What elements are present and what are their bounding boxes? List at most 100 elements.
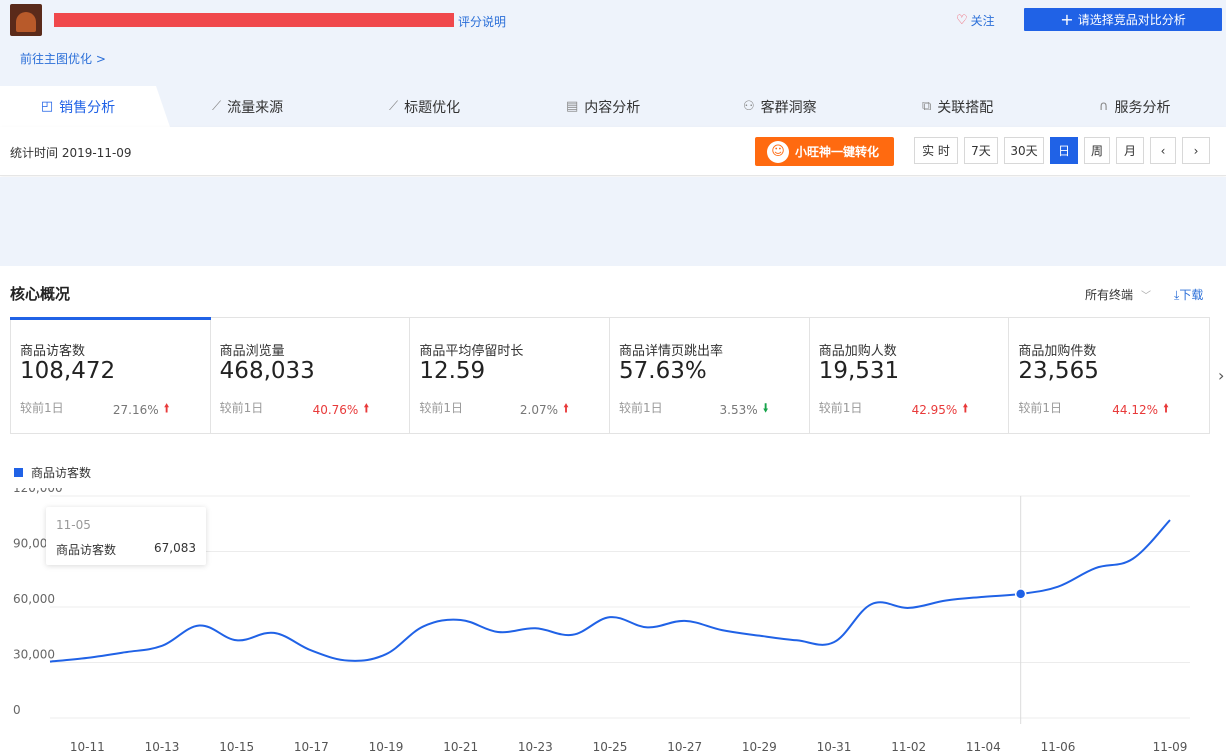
wangwang-convert-button[interactable]: ☺ 小旺神一键转化 — [755, 137, 894, 166]
metric-change: 44.12% 🠙 — [1112, 399, 1169, 420]
x-tick-label: 11-09 — [1153, 740, 1188, 754]
metric-value: 57.63% — [619, 358, 707, 384]
metric-compare-label: 较前1日 — [219, 401, 264, 415]
metric-label: 商品平均停留时长 — [419, 344, 524, 359]
metric-card-cart-items[interactable]: 商品加购件数 23,565 较前1日 44.12% 🠙 — [1009, 318, 1209, 433]
highlight-point — [1014, 588, 1027, 600]
tab-label: 关联搭配 — [937, 99, 994, 116]
legend-swatch — [14, 468, 23, 477]
score-help-link[interactable]: 评分说明 — [458, 13, 506, 30]
product-thumbnail[interactable] — [10, 4, 42, 36]
tab-audience[interactable]: ⚇ 客群洞察 — [743, 86, 817, 127]
metric-change-value: 2.07% — [519, 402, 558, 417]
tab-label: 服务分析 — [1114, 99, 1171, 116]
arrow-up-icon: 🠙 — [163, 401, 170, 415]
metric-change-value: 42.95% — [911, 402, 958, 417]
mascot-icon: ☺ — [767, 140, 789, 163]
stat-date: 统计时间 2019-11-09 — [10, 146, 132, 160]
chart-legend[interactable]: 商品访客数 — [14, 464, 91, 481]
plus-icon: + — [1060, 9, 1074, 29]
x-tick-label: 10-13 — [145, 740, 180, 754]
metric-change: 27.16% 🠙 — [113, 399, 170, 420]
tab-label: 标题优化 — [404, 99, 461, 116]
arrow-up-icon: 🠙 — [962, 401, 969, 415]
period-7d[interactable]: 7天 — [964, 137, 998, 164]
metric-value: 108,472 — [20, 358, 116, 384]
link-icon: ⧉ — [922, 99, 932, 114]
section-title: 核心概况 — [10, 285, 71, 303]
tooltip-date: 11-05 — [56, 518, 91, 532]
metric-change-value: 40.76% — [312, 402, 359, 417]
metric-change-value: 3.53% — [719, 402, 758, 417]
metric-card-visitors[interactable]: 商品访客数 108,472 较前1日 27.16% 🠙 — [10, 317, 211, 433]
core-overview-section: 核心概况 所有终端 ﹀ ⤓下载 商品访客数 108,472 较前1日 27.16… — [0, 266, 1226, 756]
period-realtime[interactable]: 实 时 — [914, 137, 958, 164]
bag-icon: ◰ — [40, 99, 54, 114]
metric-compare-label: 较前1日 — [419, 401, 463, 415]
tab-bundles[interactable]: ⧉ 关联搭配 — [922, 86, 993, 127]
x-tick-label: 10-11 — [70, 740, 105, 754]
metric-label: 商品访客数 — [20, 344, 86, 359]
terminal-label: 所有终端 — [1085, 288, 1134, 302]
metric-compare-label: 较前1日 — [818, 401, 863, 415]
x-tick-label: 10-19 — [369, 740, 404, 754]
metric-value: 23,565 — [1018, 358, 1099, 384]
terminal-dropdown[interactable]: 所有终端 ﹀ — [1085, 286, 1151, 303]
goto-main-image-link[interactable]: 前往主图优化 > — [20, 50, 106, 67]
line-chart-icon: ⟋ — [212, 99, 222, 114]
tab-label: 流量来源 — [227, 99, 284, 116]
follow-label: 关注 — [970, 14, 995, 28]
tooltip-value: 67,083 — [154, 541, 196, 555]
product-title-redacted — [54, 13, 454, 27]
arrow-up-icon: 🠙 — [563, 401, 570, 415]
metric-change: 3.53% 🠛 — [720, 399, 769, 420]
x-tick-label: 10-23 — [518, 740, 553, 754]
metric-label: 商品详情页跳出率 — [619, 344, 724, 359]
tab-title-optimize[interactable]: ⟋ 标题优化 — [389, 86, 460, 127]
compare-competitor-button[interactable]: + 请选择竞品对比分析 — [1024, 8, 1222, 31]
x-tick-label: 11-02 — [891, 740, 926, 754]
prev-date-button[interactable]: ‹ — [1150, 137, 1176, 164]
metric-label: 商品加购件数 — [1018, 344, 1097, 359]
metric-change-value: 27.16% — [112, 402, 159, 417]
period-30d[interactable]: 30天 — [1004, 137, 1044, 164]
metric-card-cart-users[interactable]: 商品加购人数 19,531 较前1日 42.95% 🠙 — [810, 318, 1010, 433]
metric-change-value: 44.12% — [1112, 402, 1159, 417]
tab-label: 内容分析 — [584, 99, 641, 116]
analysis-tabs: ◰ 销售分析 ⟋ 流量来源 ⟋ 标题优化 ▤ 内容分析 ⚇ 客群洞察 ⧉ 关联搭… — [0, 86, 1226, 127]
metric-value: 468,033 — [219, 358, 315, 384]
document-icon: ▤ — [566, 99, 579, 114]
tab-content[interactable]: ▤ 内容分析 — [566, 86, 640, 127]
metric-value: 12.59 — [419, 358, 486, 384]
follow-button[interactable]: ♡ 关注 — [956, 12, 995, 29]
metric-card-bounce-rate[interactable]: 商品详情页跳出率 57.63% 较前1日 3.53% 🠛 — [610, 318, 810, 433]
compare-button-label: 请选择竞品对比分析 — [1077, 13, 1186, 27]
x-tick-label: 10-17 — [294, 740, 329, 754]
metric-card-pageviews[interactable]: 商品浏览量 468,033 较前1日 40.76% 🠙 — [211, 318, 411, 433]
period-day[interactable]: 日 — [1050, 137, 1078, 164]
x-tick-label: 11-06 — [1041, 740, 1076, 754]
metric-card-avg-stay[interactable]: 商品平均停留时长 12.59 较前1日 2.07% 🠙 — [410, 318, 611, 433]
next-date-button[interactable]: › — [1182, 137, 1210, 164]
tab-traffic[interactable]: ⟋ 流量来源 — [212, 86, 283, 127]
y-tick-label: 120,000 — [13, 488, 63, 495]
metric-cards: 商品访客数 108,472 较前1日 27.16% 🠙 商品浏览量 468,033… — [10, 317, 1210, 434]
period-month[interactable]: 月 — [1116, 137, 1144, 164]
metric-compare-label: 较前1日 — [1018, 401, 1062, 415]
tab-label: 销售分析 — [59, 99, 116, 116]
metric-change: 42.95% 🠙 — [912, 399, 969, 420]
period-week[interactable]: 周 — [1084, 137, 1110, 164]
headset-icon: ∩ — [1099, 99, 1109, 114]
series-line-visitors — [49, 519, 1171, 663]
metric-change: 40.76% 🠙 — [313, 399, 370, 420]
tab-service[interactable]: ∩ 服务分析 — [1099, 86, 1171, 127]
tab-sales[interactable]: ◰ 销售分析 — [0, 86, 170, 127]
legend-label: 商品访客数 — [31, 466, 92, 480]
download-link[interactable]: ⤓下载 — [1174, 286, 1203, 303]
arrow-down-icon: 🠛 — [762, 401, 769, 415]
tab-label: 客群洞察 — [760, 99, 817, 116]
chevron-right-icon[interactable]: › — [1218, 366, 1224, 385]
stat-toolbar: 统计时间 2019-11-09 ☺ 小旺神一键转化 实 时 7天 30天 日 周… — [0, 127, 1226, 176]
metric-compare-label: 较前1日 — [20, 401, 64, 415]
empty-band — [0, 177, 1226, 266]
